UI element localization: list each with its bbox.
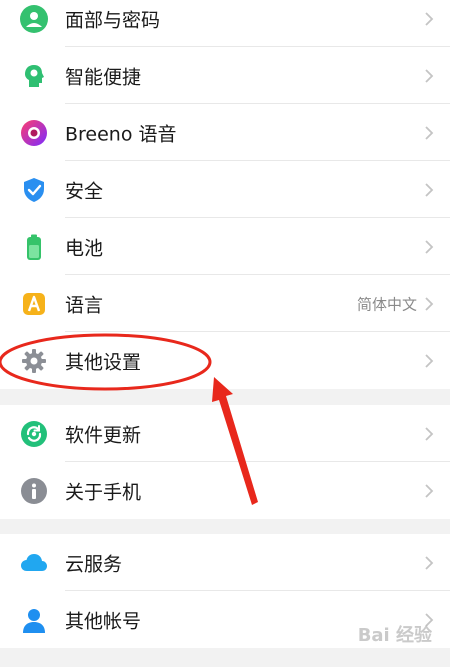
settings-item-language[interactable]: 语言 简体中文 (0, 275, 450, 332)
gear-icon (22, 348, 46, 373)
watermark: Bai 经验 (357, 625, 432, 646)
chevron-right-icon (425, 555, 434, 570)
settings-item-about-phone[interactable]: 关于手机 (0, 462, 450, 519)
info-icon (21, 477, 47, 504)
battery-icon (27, 234, 41, 260)
chevron-right-icon (425, 182, 434, 197)
settings-group-2: 软件更新 关于手机 (0, 405, 450, 519)
breeno-voice-icon (21, 119, 47, 146)
security-shield-icon (24, 177, 44, 202)
software-update-icon (21, 420, 47, 447)
language-icon (23, 292, 45, 315)
smart-convenience-icon (25, 64, 44, 87)
settings-item-face-password[interactable]: 面部与密码 (0, 0, 450, 47)
face-password-icon (20, 4, 48, 33)
settings-item-label: 安全 (65, 180, 104, 202)
settings-item-security[interactable]: 安全 (0, 161, 450, 218)
settings-item-label: 电池 (65, 237, 104, 259)
chevron-right-icon (425, 125, 434, 140)
settings-item-breeno-voice[interactable]: Breeno 语音 (0, 104, 450, 161)
settings-item-software-update[interactable]: 软件更新 (0, 405, 450, 462)
settings-item-label: 其他设置 (65, 351, 142, 373)
settings-item-label: 软件更新 (65, 424, 142, 446)
cloud-icon (21, 553, 47, 571)
chevron-right-icon (425, 239, 434, 254)
settings-item-label: 语言 (65, 294, 104, 316)
settings-item-label: 云服务 (65, 553, 123, 575)
settings-item-label: 智能便捷 (65, 66, 142, 88)
settings-item-cloud-service[interactable]: 云服务 (0, 534, 450, 591)
settings-item-battery[interactable]: 电池 (0, 218, 450, 275)
chevron-right-icon (425, 11, 434, 26)
settings-item-other-settings[interactable]: 其他设置 (0, 332, 450, 389)
chevron-right-icon (425, 353, 434, 368)
language-current-value: 简体中文 (356, 295, 417, 313)
settings-item-smart-convenience[interactable]: 智能便捷 (0, 47, 450, 104)
chevron-right-icon (425, 426, 434, 441)
settings-group-1: 面部与密码 智能便捷 Breeno 语音 安全 电池 语言 简体中文 其他设置 (0, 0, 450, 389)
settings-item-label: Breeno 语音 (65, 123, 177, 145)
chevron-right-icon (425, 483, 434, 498)
person-icon (23, 608, 45, 633)
settings-item-label: 关于手机 (65, 481, 142, 503)
settings-item-label: 面部与密码 (65, 9, 161, 31)
settings-item-label: 其他帐号 (65, 610, 142, 632)
chevron-right-icon (425, 68, 434, 83)
chevron-right-icon (425, 296, 434, 311)
